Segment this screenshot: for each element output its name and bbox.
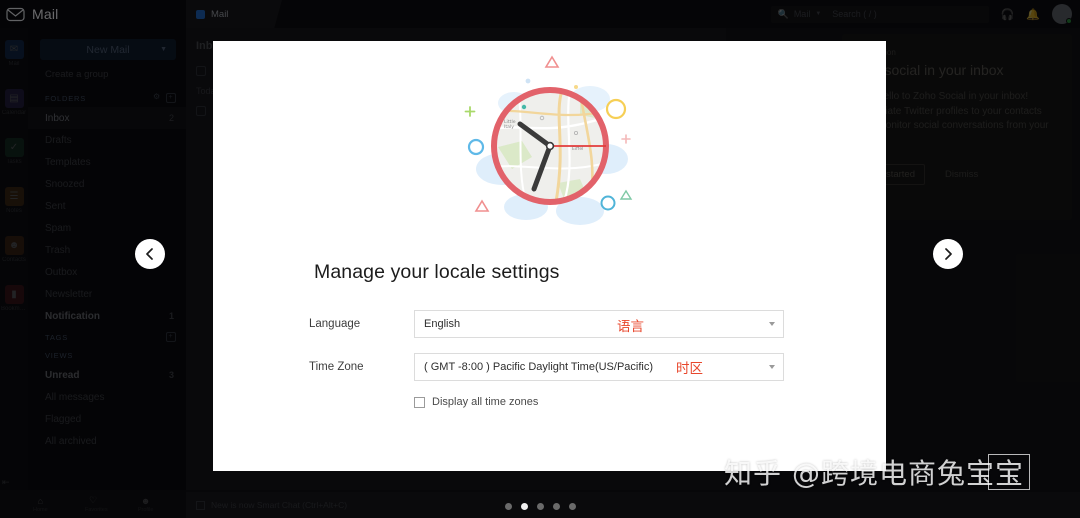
timezone-field-row: Time Zone ( GMT -8:00 ) Pacific Daylight… [309, 353, 886, 381]
language-select[interactable]: English 语言 [414, 310, 784, 338]
language-annotation: 语言 [617, 319, 644, 335]
language-label: Language [309, 318, 361, 330]
timezone-select[interactable]: ( GMT -8:00 ) Pacific Daylight Time(US/P… [414, 353, 784, 381]
locale-settings-modal: Little Italy Eiffel Manage your locale s… [213, 41, 886, 471]
timezone-value: ( GMT -8:00 ) Pacific Daylight Time(US/P… [424, 361, 654, 373]
timezone-label: Time Zone [309, 361, 364, 373]
pagination-dot-1[interactable] [504, 503, 512, 510]
pagination-dot-5[interactable] [568, 503, 576, 510]
pagination-dot-2[interactable] [520, 503, 528, 510]
display-all-timezones-label: Display all time zones [432, 396, 539, 408]
locale-form: Language English 语言 Time Zone ( GMT -8:0… [213, 284, 886, 408]
language-field-row: Language English 语言 [309, 310, 886, 338]
pagination-dots [0, 503, 1080, 510]
watermark-box [988, 454, 1031, 490]
timezone-annotation: 时区 [676, 361, 703, 377]
language-value: English [424, 318, 461, 330]
watermark: 知乎 @跨境电商兔宝宝 [724, 452, 1031, 492]
pagination-dot-3[interactable] [536, 503, 544, 510]
chevron-right-icon [945, 248, 952, 260]
previous-step-button[interactable] [135, 239, 165, 269]
watermark-site: 知乎 [724, 457, 783, 490]
pagination-dot-4[interactable] [552, 503, 560, 510]
display-all-timezones-checkbox[interactable] [414, 396, 425, 408]
chevron-left-icon [146, 248, 153, 260]
svg-text:Italy: Italy [504, 124, 514, 130]
chevron-down-icon[interactable] [769, 322, 775, 326]
clock-with-map-face-illustration: Little Italy Eiffel [213, 41, 886, 241]
chevron-down-icon[interactable] [769, 365, 775, 369]
display-all-timezones-row[interactable]: Display all time zones [309, 396, 886, 408]
next-step-button[interactable] [933, 239, 963, 269]
watermark-handle-wrap: @跨境电商兔宝宝 [792, 452, 1031, 492]
app-root: Mail ✉ Mail ▤ Calendar ✓ Tasks ☰ Notes ☻ [0, 0, 1080, 518]
page-title: Manage your locale settings [314, 261, 560, 283]
